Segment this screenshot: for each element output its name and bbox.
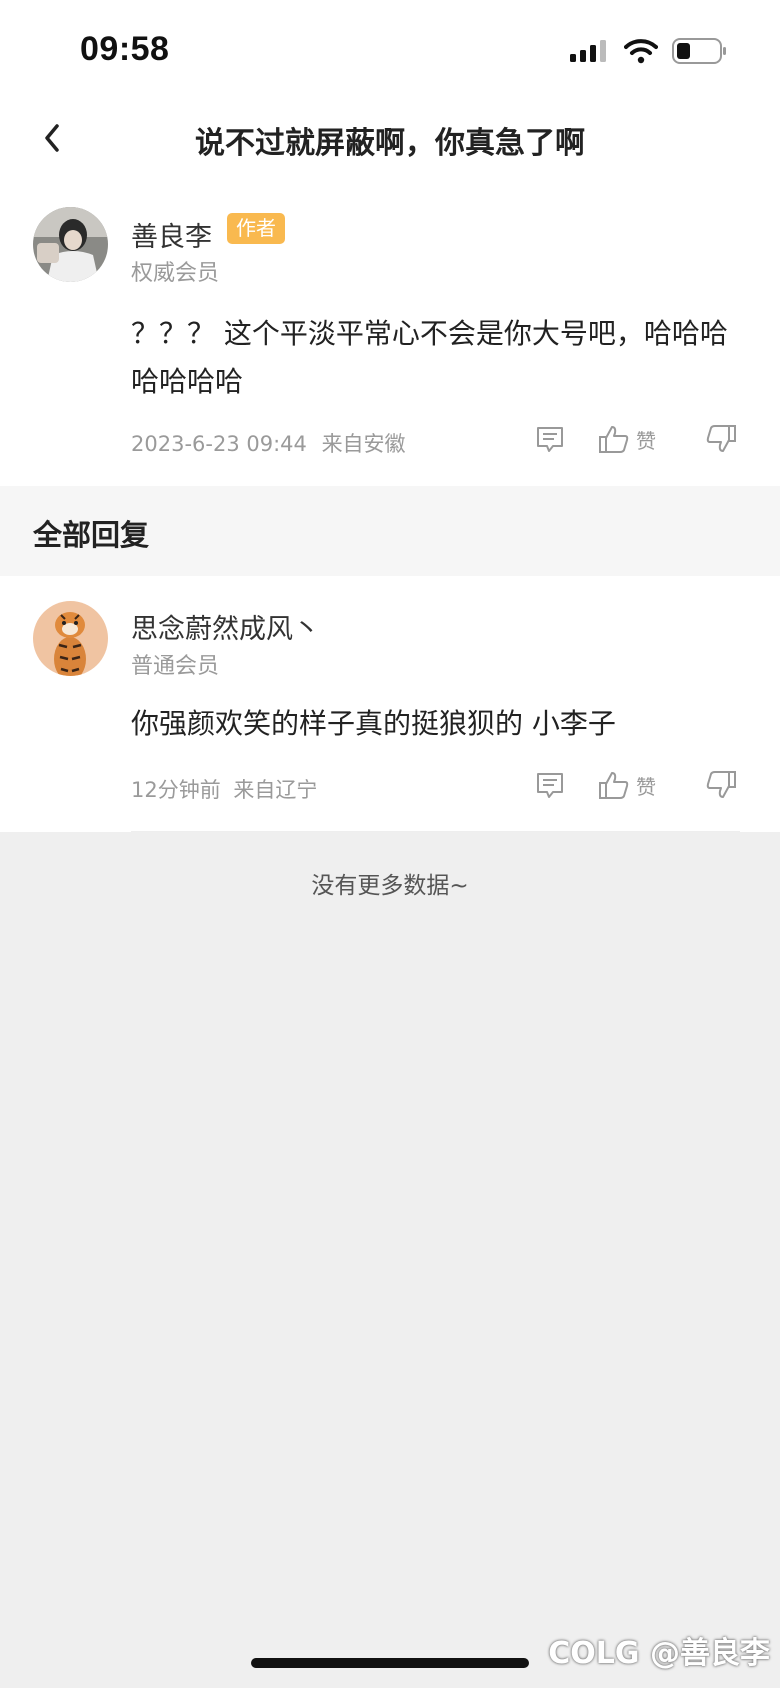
back-button[interactable] — [30, 116, 74, 160]
location: 来自安徽 — [321, 432, 406, 456]
nav-bar: 说不过就屏蔽啊，你真急了啊 — [0, 100, 780, 180]
thumbs-down-icon — [706, 771, 736, 798]
timestamp: 12分钟前 — [131, 778, 221, 802]
avatar[interactable] — [33, 207, 108, 282]
cellular-signal-icon — [570, 40, 610, 68]
wifi-icon — [624, 38, 658, 68]
section-title: 全部回复 — [33, 518, 150, 552]
dislike-button[interactable] — [705, 424, 737, 454]
comment-content: ？？？ 这个平淡平常心不会是你大号吧，哈哈哈哈哈哈哈 — [131, 317, 728, 398]
like-button[interactable]: 赞 — [598, 770, 656, 800]
watermark: COLG @善良李 — [548, 1636, 770, 1671]
author-name[interactable]: 思念蔚然成风丶 — [131, 607, 320, 646]
member-level: 权威会员 — [131, 261, 220, 286]
dislike-button[interactable] — [705, 770, 737, 800]
author-badge: 作者 — [227, 213, 285, 244]
like-label: 赞 — [636, 428, 656, 453]
reply-button[interactable] — [535, 770, 565, 800]
main-comment: 善良李 作者 权威会员 ？？？ 这个平淡平常心不会是你大号吧，哈哈哈哈哈哈哈 2… — [0, 180, 780, 486]
reply-button[interactable] — [535, 424, 565, 454]
divider — [131, 831, 740, 832]
like-label: 赞 — [636, 774, 656, 799]
comment-meta: 2023-6-23 09:44 来自安徽 — [131, 428, 406, 458]
thumbs-down-icon — [706, 425, 736, 452]
page-title: 说不过就屏蔽啊，你真急了啊 — [195, 126, 585, 161]
status-bar: 09:58 — [0, 0, 780, 100]
section-header: 全部回复 — [0, 486, 780, 576]
member-level: 普通会员 — [131, 654, 220, 679]
battery-icon — [672, 38, 728, 68]
thumbs-up-icon — [599, 426, 629, 453]
chevron-left-icon — [45, 124, 59, 152]
location: 来自辽宁 — [233, 778, 318, 802]
thumbs-up-icon — [599, 772, 629, 799]
comment-content: 你强颜欢笑的样子真的挺狼狈的 小李子 — [131, 707, 616, 740]
home-indicator[interactable] — [251, 1658, 529, 1668]
comment-icon — [537, 427, 563, 452]
like-button[interactable]: 赞 — [598, 424, 656, 454]
comment-icon — [537, 773, 563, 798]
list-item: 思念蔚然成风丶 普通会员 你强颜欢笑的样子真的挺狼狈的 小李子 12分钟前 来自… — [0, 576, 780, 832]
timestamp: 2023-6-23 09:44 — [131, 432, 307, 456]
avatar[interactable] — [33, 601, 108, 676]
author-name[interactable]: 善良李 — [131, 215, 212, 254]
comment-meta: 12分钟前 来自辽宁 — [131, 774, 317, 804]
status-time: 09:58 — [80, 30, 170, 68]
no-more-data: 没有更多数据~ — [311, 873, 469, 899]
